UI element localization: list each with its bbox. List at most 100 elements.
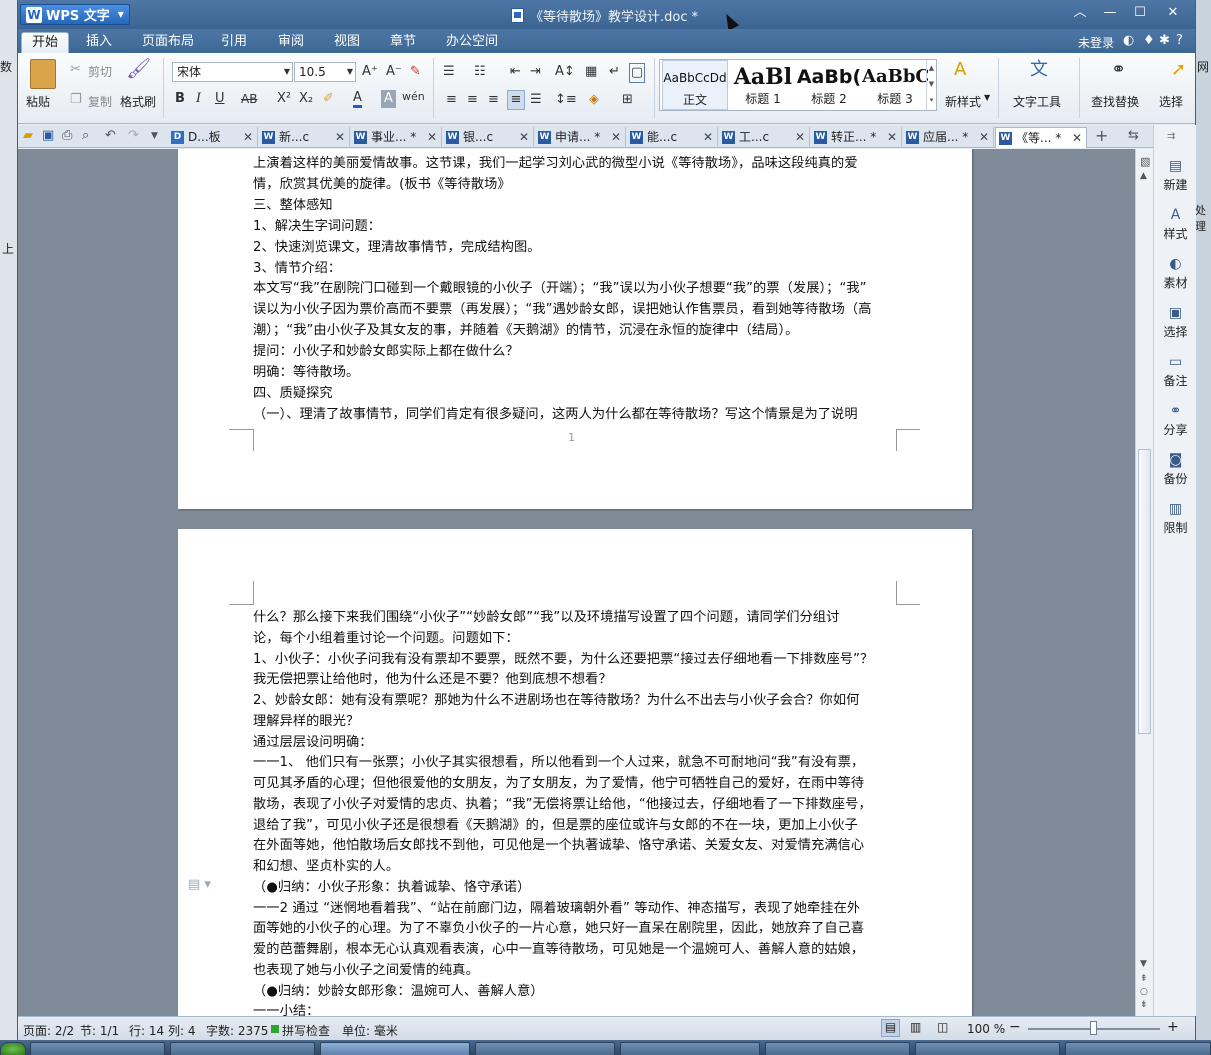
grow-font-icon[interactable]: A⁺: [362, 63, 378, 81]
style-heading-1[interactable]: AaBl 标题 1: [730, 60, 796, 110]
status-word-count[interactable]: 字数: 2375: [206, 1022, 268, 1039]
borders-icon[interactable]: ⊞: [622, 91, 633, 109]
tab-view[interactable]: 视图: [324, 32, 370, 53]
task-select[interactable]: ▣ 选择: [1154, 305, 1197, 340]
scroll-up-arrow-icon[interactable]: ▲: [1140, 171, 1147, 181]
align-center-icon[interactable]: ≡: [467, 91, 478, 109]
taskbar-item[interactable]: [915, 1042, 1060, 1055]
doc-tab[interactable]: W 申请... * ✕: [535, 127, 626, 148]
close-icon[interactable]: ✕: [703, 127, 713, 147]
tab-office-space[interactable]: 办公空间: [436, 32, 508, 53]
char-shading-icon[interactable]: A: [381, 90, 396, 108]
tab-chapter[interactable]: 章节: [380, 32, 426, 53]
tab-references[interactable]: 引用: [211, 32, 257, 53]
doc-tab[interactable]: W 工...c ✕: [719, 127, 810, 148]
format-painter-icon[interactable]: 🖌: [126, 58, 151, 78]
zoom-level[interactable]: 100 %: [967, 1022, 1005, 1036]
tab-page-layout[interactable]: 页面布局: [132, 32, 204, 53]
doc-tab[interactable]: W 银...c ✕: [443, 127, 534, 148]
scrollbar-thumb[interactable]: [1138, 449, 1151, 734]
undo-icon[interactable]: ↶: [105, 128, 116, 143]
task-styles[interactable]: A 样式: [1154, 207, 1197, 242]
italic-icon[interactable]: I: [196, 90, 201, 108]
style-heading-2[interactable]: AaBb( 标题 2: [796, 60, 862, 110]
customize-icon[interactable]: ▼: [151, 131, 158, 141]
styles-scroll[interactable]: ▲ ▼ ▾: [926, 60, 936, 110]
binoculars-icon[interactable]: ⚭: [1111, 61, 1126, 79]
doc-tab[interactable]: W 新...c ✕: [259, 127, 350, 148]
style-normal[interactable]: AaBbCcDd 正文: [662, 60, 728, 110]
close-icon[interactable]: ✕: [427, 127, 437, 147]
tab-list-icon[interactable]: ⇆: [1128, 128, 1139, 143]
pane-menu-icon[interactable]: ⇉: [1167, 131, 1175, 142]
web-view-icon[interactable]: ◫: [937, 1020, 948, 1034]
text-tools-icon[interactable]: 文: [1030, 61, 1048, 79]
close-icon[interactable]: ✕: [335, 127, 345, 147]
shirt-icon[interactable]: ♦: [1143, 33, 1155, 48]
find-replace-button[interactable]: 查找替换: [1091, 93, 1139, 110]
show-marks-icon[interactable]: ↵: [609, 63, 620, 81]
copy-icon[interactable]: ❐: [70, 91, 82, 109]
skin-icon[interactable]: ◐: [1123, 33, 1134, 48]
document-canvas[interactable]: 1 上演着这样的美丽爱情故事。这节课，我们一起学习刘心武的微型小说《等待散场》，…: [18, 149, 1135, 1016]
font-color-icon[interactable]: A: [353, 90, 362, 108]
task-share[interactable]: ⚭ 分享: [1154, 403, 1197, 438]
help-icon[interactable]: ?: [1176, 33, 1183, 48]
increase-indent-icon[interactable]: ⇥: [530, 63, 541, 81]
previous-page-icon[interactable]: ⇞: [1140, 974, 1148, 984]
login-link[interactable]: 未登录: [1078, 34, 1114, 51]
scroll-down-arrow-icon[interactable]: ▼: [1140, 959, 1147, 969]
task-backup[interactable]: ◙ 备份: [1154, 452, 1197, 487]
shading-icon[interactable]: ◈: [589, 91, 599, 109]
doc-tab[interactable]: D D...板 ✕: [168, 127, 258, 148]
align-left-icon[interactable]: ≡: [446, 91, 457, 109]
taskbar-item[interactable]: [475, 1042, 615, 1055]
close-button[interactable]: ✕: [1161, 3, 1185, 23]
bold-icon[interactable]: B: [175, 90, 185, 108]
task-new[interactable]: ▤ 新建: [1154, 158, 1197, 193]
phonetic-guide-icon[interactable]: wén: [402, 88, 425, 106]
paragraph-options-icon[interactable]: ▤ ▾: [188, 877, 211, 892]
copy-button[interactable]: 复制: [88, 93, 112, 110]
doc-tab[interactable]: W 应届... * ✕: [903, 127, 994, 148]
border-icon[interactable]: ▢: [629, 63, 645, 83]
shrink-font-icon[interactable]: A⁻: [386, 63, 402, 81]
font-name-select[interactable]: 宋体 ▼: [172, 62, 293, 82]
save-icon[interactable]: ▣: [42, 128, 54, 143]
page-view-icon[interactable]: ▤: [881, 1019, 900, 1037]
taskbar-item[interactable]: [30, 1042, 165, 1055]
font-size-select[interactable]: 10.5 ▼: [294, 62, 356, 82]
new-tab-icon[interactable]: +: [1095, 126, 1108, 145]
decrease-indent-icon[interactable]: ⇤: [510, 63, 521, 81]
close-icon[interactable]: ✕: [243, 127, 253, 147]
taskbar-item-active[interactable]: [320, 1042, 470, 1055]
tab-insert[interactable]: 插入: [76, 32, 122, 53]
table-icon[interactable]: ▦: [585, 63, 597, 81]
vertical-scrollbar[interactable]: ▧ ▲ ▼ ⇞ ○ ⇟: [1135, 149, 1153, 1016]
close-icon[interactable]: ✕: [887, 127, 897, 147]
print-preview-icon[interactable]: ⌕: [82, 128, 89, 143]
minimize-button[interactable]: —: [1098, 3, 1122, 23]
taskbar-item[interactable]: [1065, 1042, 1211, 1055]
subscript-icon[interactable]: X₂: [299, 90, 313, 108]
numbered-list-icon[interactable]: ☷: [474, 63, 486, 81]
task-notes[interactable]: ▭ 备注: [1154, 354, 1197, 389]
text-tools-button[interactable]: 文字工具: [1013, 93, 1061, 110]
clear-format-icon[interactable]: ✎: [410, 63, 421, 81]
paste-button[interactable]: 粘贴: [26, 93, 50, 110]
align-right-icon[interactable]: ≡: [488, 91, 499, 109]
next-page-icon[interactable]: ⇟: [1140, 1000, 1148, 1010]
taskbar-item[interactable]: [620, 1042, 760, 1055]
ruler-toggle-icon[interactable]: ▧: [1140, 155, 1150, 168]
close-icon[interactable]: ✕: [979, 127, 989, 147]
open-folder-icon[interactable]: ▰: [23, 128, 33, 143]
settings-icon[interactable]: ✱: [1159, 33, 1170, 48]
zoom-slider-thumb[interactable]: [1090, 1021, 1097, 1035]
zoom-out-button[interactable]: −: [1009, 1019, 1021, 1035]
scissors-icon[interactable]: ✂: [70, 61, 81, 79]
doc-tab[interactable]: W 事业... * ✕: [351, 127, 442, 148]
strikethrough-icon[interactable]: AB: [241, 90, 257, 108]
line-spacing-icon[interactable]: ↕≡: [555, 91, 577, 109]
text-direction-icon[interactable]: A↕: [555, 63, 575, 81]
close-icon[interactable]: ✕: [611, 127, 621, 147]
